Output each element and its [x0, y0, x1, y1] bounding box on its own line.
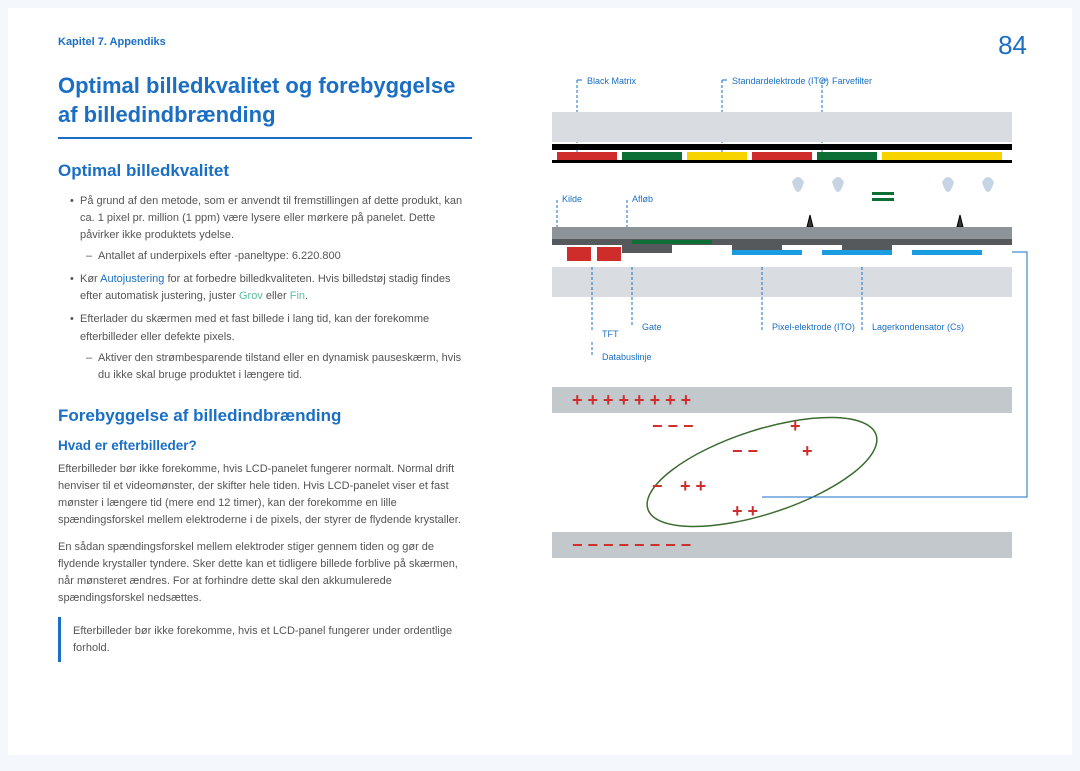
svg-text:+: +	[790, 416, 801, 436]
page-title: Optimal billedkvalitet og forebyggelse a…	[58, 72, 472, 139]
breadcrumb: Kapitel 7. Appendiks	[58, 36, 1032, 48]
svg-text:+ + + + + + + +: + + + + + + + +	[572, 390, 691, 410]
link-fin[interactable]: Fin	[290, 290, 305, 302]
page-number: 84	[998, 30, 1027, 61]
svg-text:− − −: − − −	[652, 416, 694, 436]
content-columns: Optimal billedkvalitet og forebyggelse a…	[58, 72, 1032, 662]
bullet-afterimage: Efterlader du skærmen med et fast billed…	[70, 311, 472, 383]
section-prevention-heading: Forebyggelse af billedindbrænding	[58, 406, 472, 426]
bullet-auto-adjust: Kør Autojustering for at forbedre billed…	[70, 271, 472, 305]
left-column: Optimal billedkvalitet og forebyggelse a…	[58, 72, 472, 662]
label-black-matrix: Black Matrix	[587, 76, 637, 86]
label-color-filter: Farvefilter	[832, 76, 872, 86]
label-tft: TFT	[602, 329, 619, 339]
link-autojustering[interactable]: Autojustering	[100, 273, 164, 285]
paragraph-prevention-2: En sådan spændingsforskel mellem elektro…	[58, 539, 472, 607]
label-source: Kilde	[562, 194, 582, 204]
lcd-cross-section-diagram: Black Matrix Standardelektrode (ITO) Far…	[532, 72, 1032, 572]
svg-text:− − − − − − − −: − − − − − − − −	[572, 535, 691, 555]
svg-text:+: +	[802, 441, 813, 461]
right-column: Black Matrix Standardelektrode (ITO) Far…	[532, 72, 1032, 662]
bullet-pixel-ppm: På grund af den metode, som er anvendt t…	[70, 193, 472, 265]
subsection-what-is-heading: Hvad er efterbilleder?	[58, 438, 472, 453]
label-drain: Afløb	[632, 194, 653, 204]
optimal-bullet-list: På grund af den metode, som er anvendt t…	[58, 193, 472, 383]
section-optimal-heading: Optimal billedkvalitet	[58, 161, 472, 181]
label-standard-electrode: Standardelektrode (ITO)	[732, 76, 829, 86]
svg-text:+ +: + +	[732, 501, 758, 521]
paragraph-prevention-1: Efterbilleder bør ikke forekomme, hvis L…	[58, 461, 472, 529]
label-storage-capacitor: Lagerkondensator (Cs)	[872, 322, 964, 332]
label-pixel-electrode: Pixel-elektrode (ITO)	[772, 322, 855, 332]
sub-bullet-subpixels: Antallet af underpixels efter -paneltype…	[86, 248, 472, 265]
label-databus: Databuslinje	[602, 352, 652, 362]
svg-text:− −: − −	[732, 441, 758, 461]
note-box: Efterbilleder bør ikke forekomme, hvis e…	[58, 617, 472, 662]
svg-text:+ +: + +	[680, 476, 706, 496]
link-grov[interactable]: Grov	[239, 290, 263, 302]
manual-page: Kapitel 7. Appendiks 84 Optimal billedkv…	[8, 8, 1072, 755]
svg-text:−: −	[652, 476, 663, 496]
sub-bullet-powersave: Aktiver den strømbesparende tilstand ell…	[86, 350, 472, 384]
label-gate: Gate	[642, 322, 662, 332]
